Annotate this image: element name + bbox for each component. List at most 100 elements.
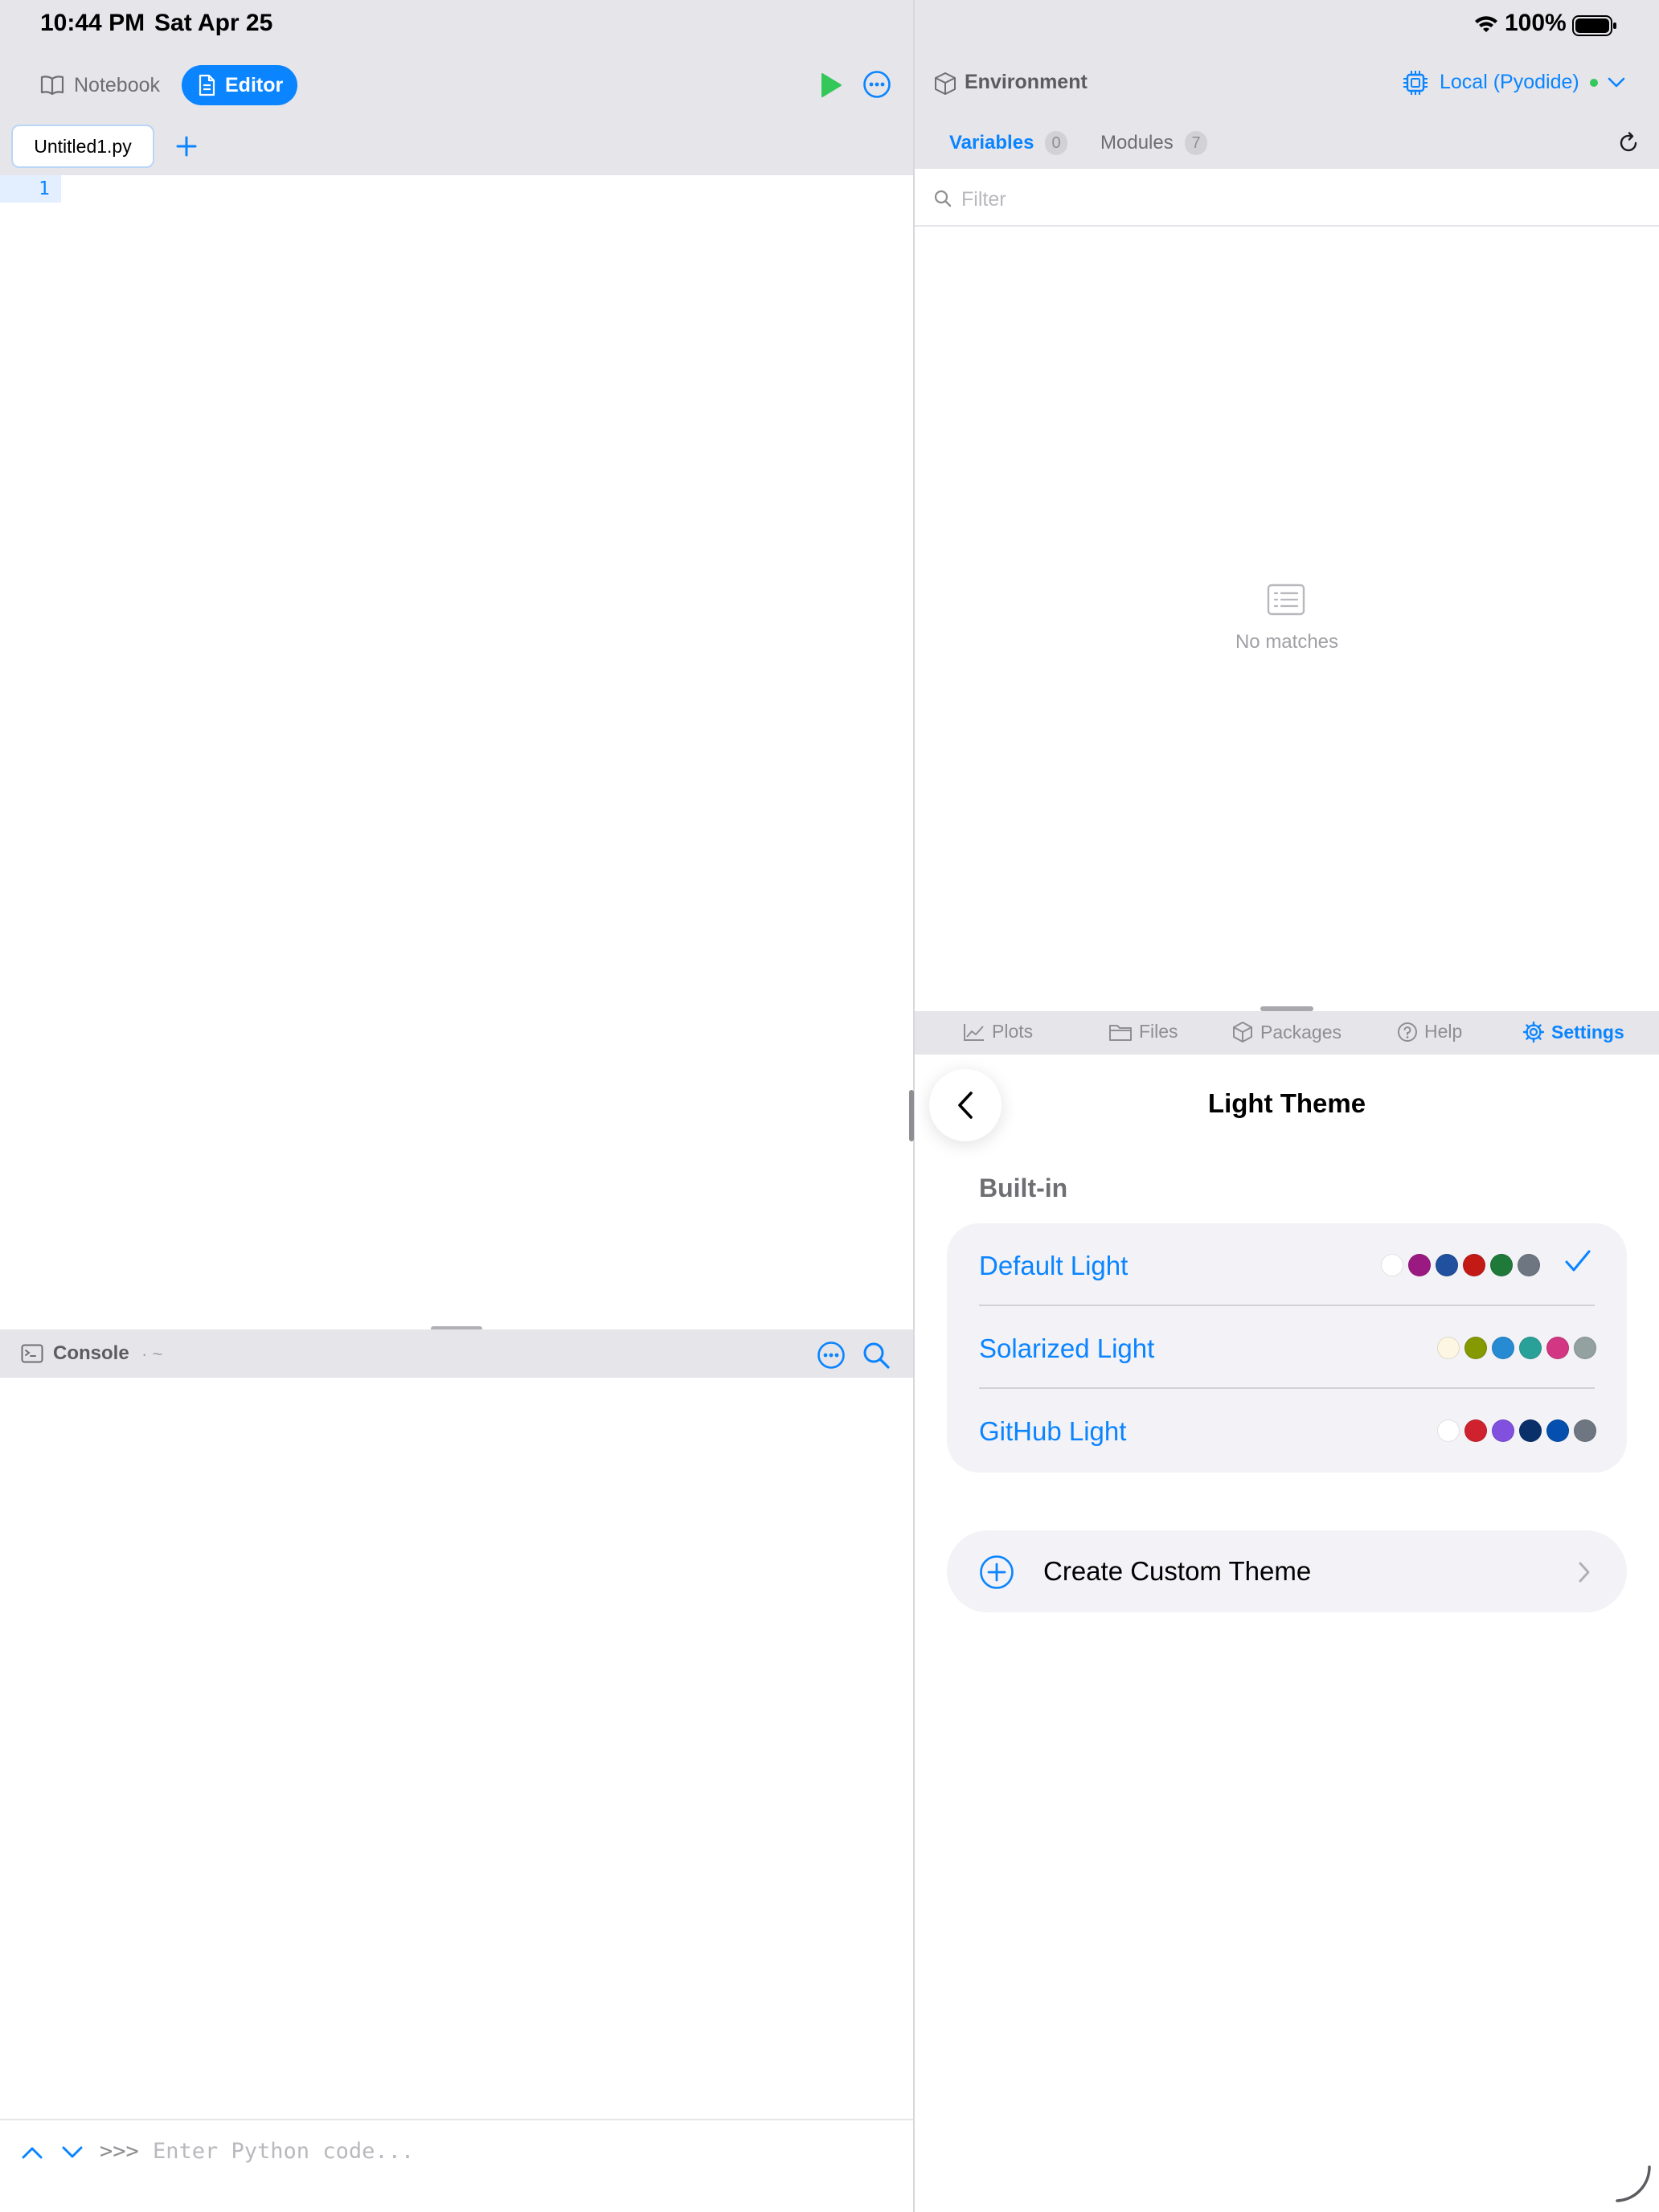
play-icon xyxy=(821,73,842,97)
color-swatch xyxy=(1490,1254,1513,1276)
variables-count-badge: 0 xyxy=(1045,131,1067,155)
settings-page-title: Light Theme xyxy=(1207,1088,1366,1118)
tab-files[interactable]: Files xyxy=(1108,1021,1178,1043)
pane-resize-handle[interactable] xyxy=(909,1090,914,1141)
color-swatch xyxy=(1436,1254,1458,1276)
plus-icon xyxy=(176,136,197,157)
tab-modules[interactable]: Modules xyxy=(1100,132,1174,154)
notebook-mode-label: Notebook xyxy=(74,73,161,96)
gear-icon xyxy=(1522,1021,1545,1043)
search-icon xyxy=(933,189,952,212)
color-swatch xyxy=(1518,1254,1540,1276)
file-tab-untitled1[interactable]: Untitled1.py xyxy=(11,125,154,168)
more-options-button[interactable] xyxy=(858,66,895,103)
chevron-up-icon xyxy=(22,2147,43,2159)
document-icon xyxy=(199,74,215,96)
tab-settings[interactable]: Settings xyxy=(1522,1021,1624,1043)
line-number: 1 xyxy=(39,178,50,199)
editor-mode-button[interactable]: Editor xyxy=(182,65,297,105)
ellipsis-circle-icon xyxy=(817,1342,845,1369)
console-path: · ~ xyxy=(141,1344,163,1364)
run-button[interactable] xyxy=(813,68,849,103)
history-down-button[interactable] xyxy=(58,2138,87,2167)
color-swatch xyxy=(1519,1337,1542,1359)
folder-icon xyxy=(1109,1024,1132,1041)
tab-packages-label: Packages xyxy=(1260,1021,1342,1043)
theme-name: GitHub Light xyxy=(979,1416,1127,1446)
package-icon xyxy=(1233,1022,1252,1043)
environment-title: Environment xyxy=(965,71,1088,93)
color-swatch xyxy=(1437,1337,1460,1359)
status-time: 10:44 PM xyxy=(40,10,145,36)
wifi-icon xyxy=(1473,14,1499,39)
notebook-mode-button[interactable]: Notebook xyxy=(29,65,177,105)
battery-icon xyxy=(1572,14,1617,41)
color-swatch xyxy=(1574,1419,1596,1442)
refresh-icon xyxy=(1620,132,1637,152)
book-icon xyxy=(40,76,64,96)
refresh-button[interactable] xyxy=(1612,127,1645,159)
theme-swatches xyxy=(1376,1254,1540,1276)
color-swatch xyxy=(1519,1419,1542,1442)
cube-icon xyxy=(934,72,956,100)
console-prompt: >>> xyxy=(100,2139,139,2164)
ellipsis-circle-icon xyxy=(863,71,891,98)
search-icon xyxy=(863,1342,890,1369)
console-more-button[interactable] xyxy=(813,1337,849,1373)
color-swatch xyxy=(1492,1337,1514,1359)
color-swatch xyxy=(1437,1419,1460,1442)
active-line-gutter xyxy=(0,175,61,203)
tab-plots-label: Plots xyxy=(992,1021,1034,1042)
plus-circle-icon xyxy=(979,1555,1014,1594)
empty-state-label: No matches xyxy=(1235,631,1339,653)
theme-name: Solarized Light xyxy=(979,1333,1155,1363)
cpu-icon xyxy=(1402,69,1429,100)
kernel-label: Local (Pyodide) xyxy=(1440,71,1579,93)
color-swatch xyxy=(1408,1254,1431,1276)
status-date: Sat Apr 25 xyxy=(154,10,273,36)
tab-packages[interactable]: Packages xyxy=(1231,1021,1342,1043)
color-swatch xyxy=(1381,1254,1403,1276)
color-swatch xyxy=(1574,1337,1596,1359)
chevron-down-icon xyxy=(62,2146,83,2158)
tab-settings-label: Settings xyxy=(1551,1021,1624,1043)
color-swatch xyxy=(1546,1337,1569,1359)
console-title: Console xyxy=(53,1342,129,1364)
add-file-tab-button[interactable] xyxy=(170,130,203,162)
status-bar: 10:44 PM Sat Apr 25 100% xyxy=(0,0,1659,51)
kernel-status-dot xyxy=(1590,79,1598,87)
color-swatch xyxy=(1464,1337,1487,1359)
tab-files-label: Files xyxy=(1139,1021,1178,1042)
history-up-button[interactable] xyxy=(18,2138,47,2167)
modules-count-badge: 7 xyxy=(1185,131,1207,155)
tab-help[interactable]: Help xyxy=(1397,1021,1462,1043)
theme-row-github-light[interactable]: GitHub Light xyxy=(979,1389,1596,1472)
color-swatch xyxy=(1492,1419,1514,1442)
tab-variables[interactable]: Variables xyxy=(949,132,1034,154)
theme-row-solarized-light[interactable]: Solarized Light xyxy=(979,1306,1596,1389)
color-swatch xyxy=(1464,1419,1487,1442)
chevron-down-icon xyxy=(1608,77,1625,92)
editor-mode-label: Editor xyxy=(225,73,284,96)
checkmark-icon xyxy=(1564,1249,1591,1277)
console-code-input[interactable] xyxy=(153,2133,876,2169)
theme-row-default-light[interactable]: Default Light xyxy=(979,1223,1595,1306)
console-header xyxy=(0,1329,913,1378)
help-icon xyxy=(1398,1022,1417,1042)
create-custom-theme-label: Create Custom Theme xyxy=(1043,1556,1312,1586)
theme-swatches xyxy=(1432,1419,1596,1442)
section-header-builtin: Built-in xyxy=(979,1174,1068,1202)
tab-plots[interactable]: Plots xyxy=(963,1021,1033,1043)
chevron-right-icon xyxy=(1578,1561,1591,1587)
console-search-button[interactable] xyxy=(858,1337,894,1373)
right-pane xyxy=(915,51,1659,2212)
color-swatch xyxy=(1546,1419,1569,1442)
resize-corner-icon xyxy=(1612,2164,1654,2210)
variables-filter-input[interactable] xyxy=(961,183,1620,215)
tab-help-label: Help xyxy=(1424,1021,1463,1042)
code-editor[interactable] xyxy=(0,175,913,1329)
chart-icon xyxy=(964,1023,984,1041)
theme-name: Default Light xyxy=(979,1251,1129,1280)
theme-swatches xyxy=(1432,1337,1596,1359)
terminal-icon xyxy=(21,1344,43,1367)
